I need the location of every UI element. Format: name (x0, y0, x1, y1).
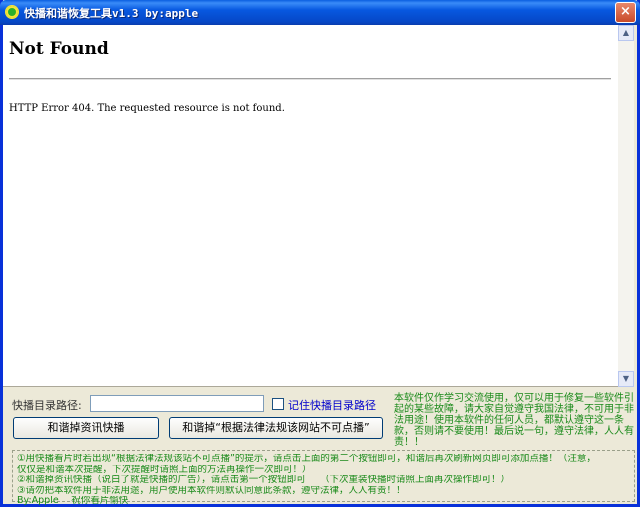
scroll-up-button[interactable]: ▲ (618, 25, 634, 41)
web-view[interactable]: Not Found HTTP Error 404. The requested … (3, 25, 634, 387)
instruction-line: ①用快播看片时若出现“根据法律法规该站不可点播”的提示，请点击上面的第二个按钮即… (17, 454, 596, 464)
path-input[interactable] (90, 395, 264, 412)
remember-path-label[interactable]: 记住快播目录路径 (288, 397, 376, 413)
instruction-line: ③请勿把本软件用于非法用途，用户使用本软件则默认同意此条款，遵守法律，人人有责！… (17, 485, 406, 496)
instruction-line: ②和谐掉资讯快播（说白了就是快播的广告），请点击第一个按钮即可 （下次重装快播时… (17, 475, 511, 485)
vertical-scrollbar[interactable]: ▲ ▼ (618, 25, 634, 387)
remember-path-checkbox[interactable] (272, 398, 284, 410)
title-bar[interactable]: 快播和谐恢复工具v1.3 by:apple × (0, 0, 640, 25)
app-icon (5, 5, 19, 19)
instructions-box: ①用快播看片时若出现“根据法律法规该站不可点播”的提示，请点击上面的第二个按钮即… (12, 450, 635, 506)
close-button[interactable]: × (615, 2, 636, 23)
disclaimer-text: 本软件仅作学习交流使用，仅可以用于修复一些软件引起的某些故障，请大家自觉遵守我国… (394, 393, 634, 448)
page-heading: Not Found (9, 39, 109, 59)
remove-restriction-button[interactable]: 和谐掉“根据法律法规该网站不可点播” (169, 417, 383, 439)
app-window: 快播和谐恢复工具v1.3 by:apple × Not Found HTTP E… (0, 0, 640, 507)
author-line: By:Apple 祝你看片愉快 (17, 496, 129, 506)
path-label: 快播目录路径: (12, 399, 82, 412)
scroll-down-button[interactable]: ▼ (618, 371, 634, 387)
instruction-line: 仅仅是和谐本次提醒，下次提醒时请照上面的方法再操作一次即可！） (17, 464, 312, 475)
page-divider (9, 78, 611, 80)
error-message: HTTP Error 404. The requested resource i… (9, 103, 285, 114)
remove-ad-button[interactable]: 和谐掉资讯快播 (13, 417, 159, 439)
window-title: 快播和谐恢复工具v1.3 by:apple (24, 7, 199, 20)
